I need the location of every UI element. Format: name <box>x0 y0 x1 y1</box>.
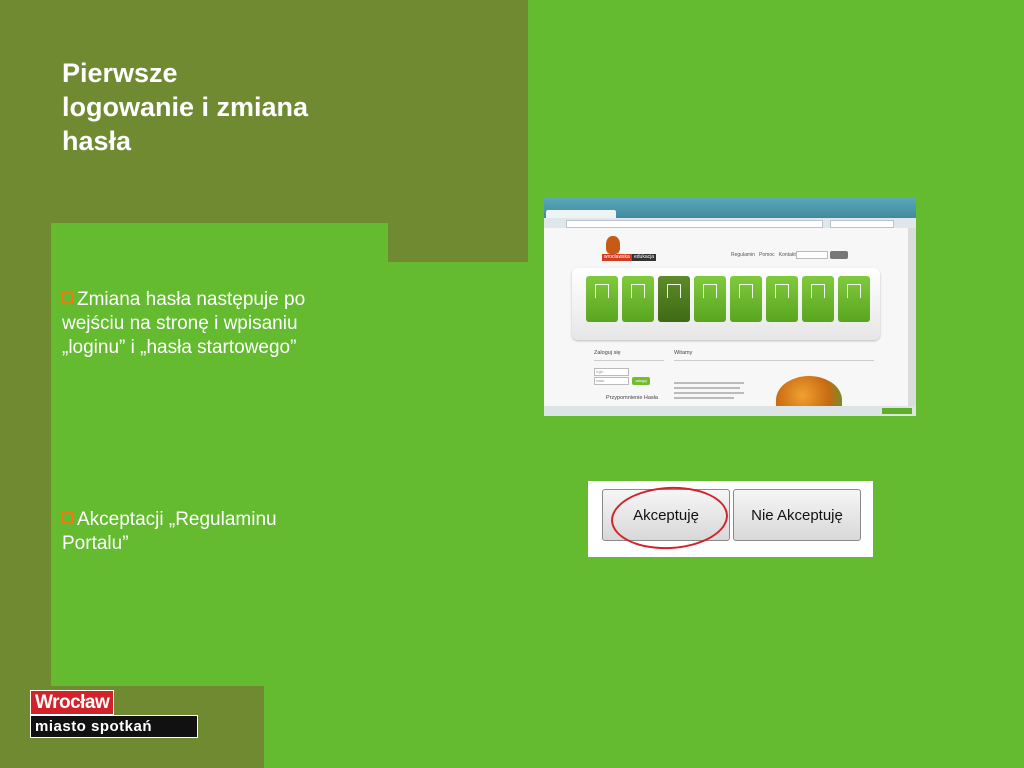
building-icon <box>667 284 681 298</box>
browser-statusbar <box>544 406 916 416</box>
login-divider <box>594 360 664 361</box>
browser-search-box <box>830 220 894 228</box>
portal-logo: wrocławska edukacja <box>602 236 658 264</box>
welcome-text-line <box>674 387 740 389</box>
building-icon <box>811 284 825 298</box>
logo-wroclaw-text: Wrocław <box>30 690 115 715</box>
bullet-accept-terms: Akceptacji „Regulaminu Portalu” <box>62 508 362 556</box>
bullet-password-change: Zmiana hasła następuje po wejściu na str… <box>62 288 382 360</box>
accept-button[interactable]: Akceptuję <box>602 489 730 541</box>
owl-mascot-icon <box>606 236 620 254</box>
menu-tile <box>838 276 870 322</box>
browser-tab <box>546 210 616 218</box>
welcome-divider <box>674 360 874 361</box>
checkbox-bullet-icon <box>62 292 74 304</box>
login-input: login <box>594 368 629 376</box>
menu-tile-active <box>658 276 690 322</box>
checkbox-bullet-icon <box>62 512 74 524</box>
slide-title: Pierwsze logowanie i zmiana hasła <box>62 58 309 156</box>
menu-tile <box>586 276 618 322</box>
portal-header-input <box>796 251 828 259</box>
portal-screenshot: wrocławska edukacja Regulamin Pomoc Kont… <box>544 198 916 416</box>
text-panel <box>51 223 388 503</box>
bullet-text: Akceptacji „Regulaminu Portalu” <box>62 509 277 554</box>
password-reminder-heading: Przypomnienie Hasła <box>606 395 658 401</box>
menu-tile <box>802 276 834 322</box>
menu-tile <box>730 276 762 322</box>
login-button: zaloguj <box>632 377 650 385</box>
building-icon <box>595 284 609 298</box>
menu-tile <box>694 276 726 322</box>
logo-text-right: edukacja <box>632 254 657 261</box>
building-icon <box>631 284 645 298</box>
welcome-text-line <box>674 392 744 394</box>
welcome-text-line <box>674 382 744 384</box>
wroclaw-logo: Wrocław miasto spotkań <box>28 690 200 738</box>
building-icon <box>847 284 861 298</box>
welcome-text-line <box>674 397 734 399</box>
address-bar <box>566 220 823 228</box>
login-heading: Zaloguj się <box>594 350 621 356</box>
menu-tiles <box>586 276 870 322</box>
logo-text-left: wrocławska <box>602 254 632 261</box>
portal-top-links: Regulamin Pomoc Kontakt <box>731 252 796 258</box>
menu-tile <box>622 276 654 322</box>
terms-acceptance-image: Akceptuję Nie Akceptuję <box>588 481 873 557</box>
bullet-text: Zmiana hasła następuje po wejściu na str… <box>62 289 306 358</box>
building-icon <box>775 284 789 298</box>
password-input: hasło <box>594 377 629 385</box>
portal-header-button <box>830 251 848 259</box>
reject-button[interactable]: Nie Akceptuję <box>733 489 861 541</box>
building-icon <box>703 284 717 298</box>
browser-scrollbar <box>908 228 916 406</box>
menu-tile <box>766 276 798 322</box>
building-icon <box>739 284 753 298</box>
logo-slogan-text: miasto spotkań <box>30 715 198 738</box>
status-zone-badge <box>882 408 912 414</box>
welcome-heading: Witamy <box>674 350 693 356</box>
